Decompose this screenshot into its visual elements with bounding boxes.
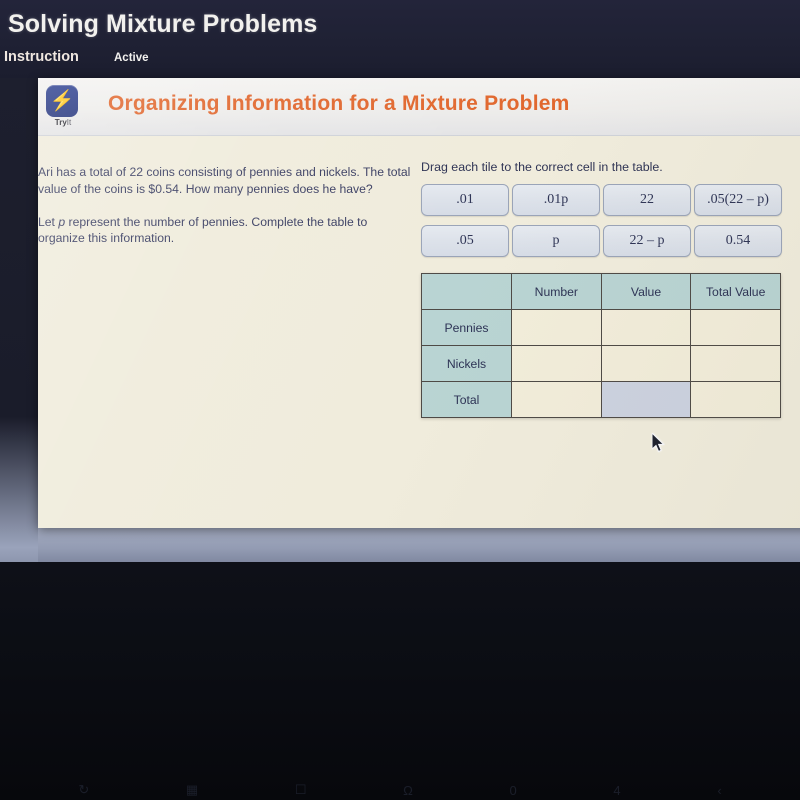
taskbar-icon-row: ↻ ▦ ☐ Ω 0 4 ‹: [0, 780, 800, 800]
drop-cell-total-value[interactable]: [600, 381, 692, 418]
tile[interactable]: .05(22 – p): [694, 184, 782, 216]
tile[interactable]: p: [512, 225, 600, 257]
tile-label: 0.54: [725, 233, 751, 248]
try-it-label-strong: Try: [54, 118, 67, 127]
tile-tray: .01 .01p 22 .05(22 – p) .05 p 22 – p 0.5…: [421, 184, 800, 257]
window-icon[interactable]: ☐: [295, 782, 307, 798]
drop-cell-pennies-number[interactable]: [511, 309, 602, 346]
drag-instruction: Drag each tile to the correct cell in th…: [421, 160, 663, 174]
problem-paragraph-2: Let p represent the number of pennies. C…: [38, 214, 413, 248]
tile[interactable]: 22 – p: [603, 225, 691, 257]
tile-label: .01: [456, 192, 474, 207]
omega-icon[interactable]: Ω: [403, 783, 413, 798]
tab-active[interactable]: Active: [114, 52, 149, 64]
column-header-total-value: Total Value: [690, 273, 781, 310]
tile-label: .05: [456, 233, 474, 248]
try-it-label-light: It: [66, 118, 72, 127]
tile-label: p: [552, 233, 560, 248]
tile[interactable]: .05: [421, 225, 509, 257]
table-row: Nickels: [421, 345, 781, 382]
lightning-bolt-icon: ⚡: [49, 90, 75, 112]
try-it-label: TryIt: [45, 118, 81, 127]
try-it-badge: ⚡: [46, 85, 78, 117]
table-row: Total: [421, 381, 781, 418]
tile[interactable]: .01: [421, 184, 509, 216]
problem-p2-after: represent the number of pennies. Complet…: [38, 214, 368, 246]
drop-cell-total-total-value[interactable]: [690, 381, 781, 418]
row-label-pennies: Pennies: [421, 309, 512, 346]
chevron-icon[interactable]: ‹: [717, 783, 721, 798]
card-header: ⚡ TryIt Organizing Information for a Mix…: [38, 78, 800, 136]
bezel-left: [0, 78, 38, 562]
card-title: Organizing Information for a Mixture Pro…: [108, 92, 570, 115]
row-label-total: Total: [421, 381, 512, 418]
tile-label: 22: [640, 192, 654, 207]
tile[interactable]: 22: [603, 184, 691, 216]
page-title: Solving Mixture Problems: [8, 10, 318, 38]
lesson-card: ⚡ TryIt Organizing Information for a Mix…: [38, 78, 800, 528]
drop-cell-pennies-value[interactable]: [600, 309, 692, 346]
image-icon[interactable]: ▦: [186, 782, 198, 798]
tile-label: 22 – p: [629, 233, 665, 248]
column-header-value: Value: [600, 273, 692, 310]
row-label-nickels: Nickels: [421, 345, 512, 382]
drop-cell-nickels-number[interactable]: [511, 345, 602, 382]
screen: Solving Mixture Problems Instruction Act…: [0, 0, 800, 800]
bezel-band: [0, 528, 800, 562]
drop-cell-nickels-total-value[interactable]: [690, 345, 781, 382]
app-topbar: Solving Mixture Problems Instruction Act…: [0, 0, 800, 78]
table-corner-cell: [421, 273, 512, 310]
activity-panel: Drag each tile to the correct cell in th…: [421, 160, 800, 418]
os-taskbar: [0, 562, 800, 800]
circle-arrow-icon[interactable]: ↻: [78, 782, 89, 798]
tile-label: .01p: [543, 192, 569, 207]
problem-paragraph-1: Ari has a total of 22 coins consisting o…: [38, 165, 411, 196]
tile[interactable]: 0.54: [694, 225, 782, 257]
table-header-row: Number Value Total Value: [421, 273, 781, 310]
zero-icon[interactable]: 0: [510, 783, 517, 798]
tile[interactable]: .01p: [512, 184, 600, 216]
four-icon[interactable]: 4: [613, 783, 620, 798]
column-header-number: Number: [511, 273, 602, 310]
tile-label: .05(22 – p): [707, 192, 769, 207]
drop-cell-nickels-value[interactable]: [600, 345, 692, 382]
tab-instruction[interactable]: Instruction: [4, 49, 79, 65]
table-row: Pennies: [421, 309, 781, 346]
mixture-table: Number Value Total Value Pennies Nickels: [421, 273, 781, 418]
drop-cell-total-number[interactable]: [511, 381, 602, 418]
problem-p2-before: Let: [38, 214, 59, 229]
problem-statement: Ari has a total of 22 coins consisting o…: [38, 164, 413, 263]
drop-cell-pennies-total-value[interactable]: [690, 309, 781, 346]
